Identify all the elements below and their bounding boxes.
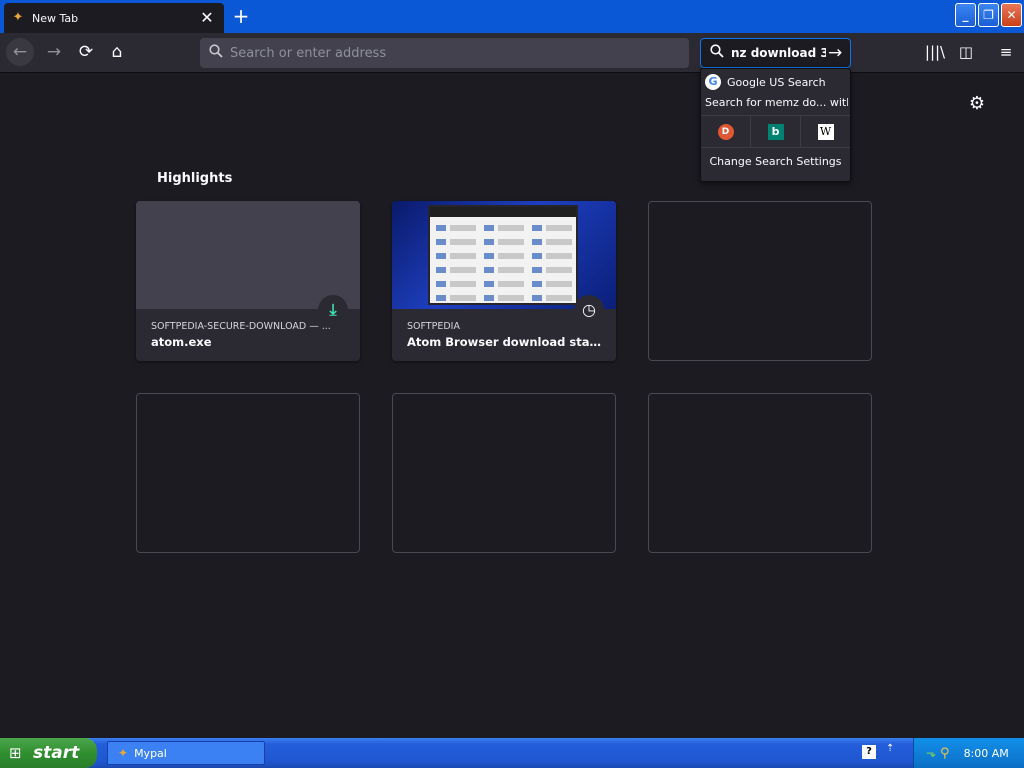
menu-button[interactable]: ≡ [992,38,1020,66]
start-button[interactable]: ⊞ start [0,738,97,768]
network-icon[interactable]: ⬎ [926,746,936,760]
tab-new-tab[interactable]: ✦ New Tab ✕ [4,3,224,33]
library-button[interactable]: |||\ [921,38,949,66]
wikipedia-icon: W [817,123,834,140]
gear-icon[interactable]: ⚙ [967,94,987,114]
search-go-icon[interactable]: → [828,43,842,63]
engine-wikipedia[interactable]: W [801,116,850,147]
search-icon [709,44,725,62]
tab-title: New Tab [32,11,79,25]
empty-highlight-slot [648,201,872,361]
reload-button[interactable]: ⟳ [72,38,100,66]
one-off-engines: D b W [701,115,850,148]
search-engine-row[interactable]: G Google US Search [705,73,846,91]
google-icon: G [705,74,721,90]
search-tray-icon[interactable]: ⚲ [940,746,950,761]
title-bar: ✦ New Tab ✕ + _ ❐ ✕ [0,0,1024,33]
empty-highlight-slot [392,393,616,553]
chevron-icon[interactable]: ⇡ [886,743,894,754]
back-button[interactable]: ← [6,38,34,66]
address-input[interactable] [230,45,670,61]
clock[interactable]: 8:00 AM [964,747,1009,760]
help-icon[interactable]: ? [862,745,876,759]
windows-flag-icon: ⊞ [9,744,22,762]
card-thumbnail [392,201,616,309]
taskbar-item-mypal[interactable]: ✦ Mypal [107,741,265,765]
search-for-label: Search for memz do... with: [705,96,848,109]
close-window-button[interactable]: ✕ [1001,3,1022,27]
forward-button[interactable]: → [40,38,68,66]
navigation-toolbar: ← → ⟳ ⌂ nz download 32 → |||\ ◫ ≡ [0,33,1024,73]
card-title: atom.exe [151,335,212,349]
highlight-card-atom-exe[interactable]: ⤓ SOFTPEDIA-SECURE-DOWNLOAD — ... atom.e… [136,201,360,361]
restore-button[interactable]: ❐ [978,3,999,27]
search-engine-label: Google US Search [727,75,826,89]
taskbar: ⊞ start ✦ Mypal ? ⇡ ⬎ ⚲ 8:00 AM [0,738,1024,768]
search-bar[interactable]: nz download 32 → [700,38,851,68]
minimize-button[interactable]: _ [955,3,976,27]
tab-close-icon[interactable]: ✕ [199,10,215,26]
card-host: SOFTPEDIA [407,321,460,332]
sidebar-button[interactable]: ◫ [952,38,980,66]
taskbar-item-label: Mypal [134,746,167,760]
system-tray: ⬎ ⚲ 8:00 AM [913,738,1024,768]
search-icon [208,44,224,62]
search-input[interactable]: nz download 32 [731,46,826,60]
bing-icon: b [767,123,784,140]
highlights-heading: Highlights [157,171,233,186]
card-host: SOFTPEDIA-SECURE-DOWNLOAD — ... [151,321,331,332]
card-thumbnail [136,201,360,309]
mypal-icon: ✦ [118,746,129,760]
engine-bing[interactable]: b [751,116,801,147]
mypal-favicon-icon: ✦ [12,10,24,25]
home-button[interactable]: ⌂ [103,38,131,66]
change-search-settings-button[interactable]: Change Search Settings [701,155,850,168]
empty-highlight-slot [136,393,360,553]
highlight-card-softpedia[interactable]: ◷ SOFTPEDIA Atom Browser download starti… [392,201,616,361]
scrollbar[interactable] [1008,74,1024,738]
start-label: start [33,743,80,763]
new-tab-button[interactable]: + [230,5,252,27]
duckduckgo-icon: D [717,123,734,140]
empty-highlight-slot [648,393,872,553]
engine-duckduckgo[interactable]: D [701,116,751,147]
address-bar[interactable] [200,38,689,68]
card-title: Atom Browser download startin... [407,335,603,349]
search-suggestions-popup: G Google US Search Search for memz do...… [700,68,851,182]
